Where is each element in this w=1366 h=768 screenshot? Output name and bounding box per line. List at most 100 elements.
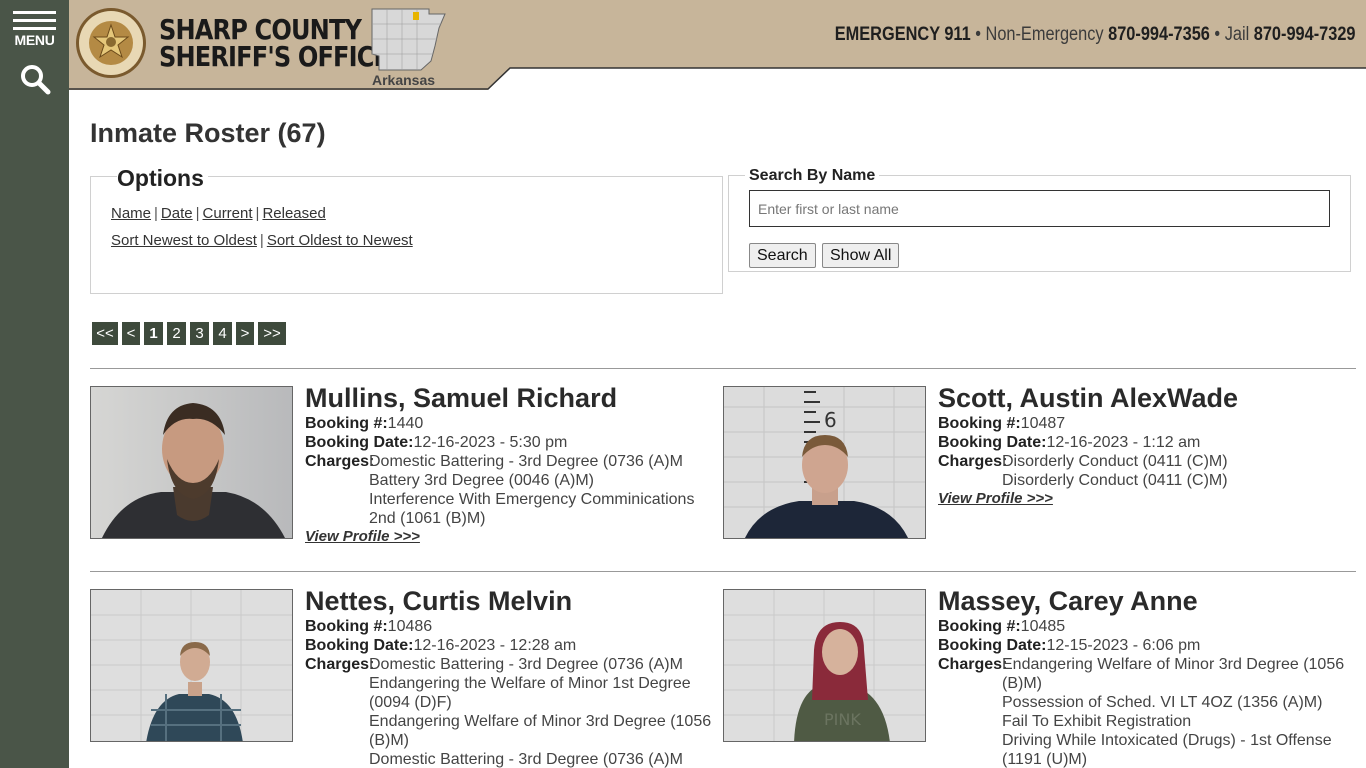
mugshot-photo[interactable]: PINK bbox=[723, 589, 926, 742]
charges-list: Domestic Battering - 3rd Degree (0736 (A… bbox=[369, 655, 714, 768]
separator: | bbox=[154, 205, 158, 222]
charge-item: Fail To Exhibit Registration bbox=[1002, 713, 1192, 730]
inmate-card: PINK Massey, Carey Anne Booking #:10485 … bbox=[723, 586, 1353, 768]
separator: | bbox=[259, 232, 264, 249]
filter-name-link[interactable]: Name bbox=[111, 205, 151, 222]
charges-label: Charges: bbox=[305, 453, 375, 470]
jail-number[interactable]: 870-994-7329 bbox=[1254, 24, 1356, 45]
view-profile-link[interactable]: View Profile >>> bbox=[938, 490, 1053, 507]
options-legend: Options bbox=[117, 165, 208, 192]
nonemergency-number[interactable]: 870-994-7356 bbox=[1109, 24, 1211, 45]
booking-number-label: Booking #: bbox=[305, 618, 388, 635]
options-filter-links: Name | Date | Current | Released bbox=[111, 205, 326, 222]
charge-item: Possession of Sched. VI LT 4OZ (1356 (A)… bbox=[1002, 694, 1323, 711]
hamburger-icon bbox=[13, 19, 56, 22]
site-header: SHARP COUNTY SHERIFF'S OFFICE Arkansas E… bbox=[69, 0, 1366, 90]
mugshot-photo[interactable] bbox=[90, 386, 293, 539]
charge-item: Endangering Welfare of Minor 3rd Degree … bbox=[1002, 656, 1345, 692]
booking-date-value: 12-16-2023 - 5:30 pm bbox=[413, 434, 568, 451]
charge-item: Endangering the Welfare of Minor 1st Deg… bbox=[369, 675, 691, 711]
filter-released-link[interactable]: Released bbox=[262, 205, 325, 222]
search-button[interactable]: Search bbox=[749, 243, 816, 268]
menu-label: MENU bbox=[14, 32, 55, 48]
state-label: Arkansas bbox=[372, 72, 436, 88]
booking-number: Booking #:10487 bbox=[938, 414, 1065, 433]
booking-number-label: Booking #: bbox=[938, 618, 1021, 635]
booking-number-value: 1440 bbox=[387, 415, 424, 432]
menu-button[interactable]: MENU bbox=[0, 0, 69, 56]
inmate-card: 6 5 Scott, Austin AlexWade Booking #:104… bbox=[723, 383, 1353, 576]
charge-item: Driving While Intoxicated (Drugs) - 1st … bbox=[1002, 732, 1332, 768]
booking-number-label: Booking #: bbox=[938, 415, 1021, 432]
booking-date-value: 12-15-2023 - 6:06 pm bbox=[1046, 637, 1201, 654]
jail-label: Jail bbox=[1225, 24, 1250, 45]
booking-date: Booking Date:12-15-2023 - 6:06 pm bbox=[938, 636, 1200, 655]
inmate-card: Mullins, Samuel Richard Booking #:1440 B… bbox=[90, 383, 720, 576]
side-rail: MENU bbox=[0, 0, 69, 768]
view-profile-link[interactable]: View Profile >>> bbox=[305, 528, 420, 545]
booking-number: Booking #:10485 bbox=[938, 617, 1065, 636]
booking-date-value: 12-16-2023 - 12:28 am bbox=[413, 637, 577, 654]
sheriff-badge-logo bbox=[76, 8, 146, 78]
booking-date: Booking Date:12-16-2023 - 12:28 am bbox=[305, 636, 576, 655]
page-first-button[interactable]: << bbox=[92, 322, 118, 345]
booking-date-label: Booking Date: bbox=[305, 434, 414, 451]
mugshot-photo[interactable] bbox=[90, 589, 293, 742]
inmate-name[interactable]: Mullins, Samuel Richard bbox=[305, 383, 617, 414]
booking-date-value: 12-16-2023 - 1:12 am bbox=[1046, 434, 1201, 451]
booking-date-label: Booking Date: bbox=[938, 637, 1047, 654]
search-icon[interactable] bbox=[18, 62, 52, 96]
inmate-card: Nettes, Curtis Melvin Booking #:10486 Bo… bbox=[90, 586, 720, 768]
emergency-label: EMERGENCY 911 bbox=[835, 24, 972, 45]
inmate-name[interactable]: Massey, Carey Anne bbox=[938, 586, 1198, 617]
inmate-name[interactable]: Nettes, Curtis Melvin bbox=[305, 586, 572, 617]
charge-item: Disorderly Conduct (0411 (C)M) bbox=[1002, 453, 1228, 470]
nonemergency-label: Non-Emergency bbox=[985, 24, 1105, 45]
sort-oldest-link[interactable]: Sort Oldest to Newest bbox=[267, 232, 413, 249]
booking-number-value: 10485 bbox=[1020, 618, 1066, 635]
page-3-button[interactable]: 3 bbox=[190, 322, 209, 345]
charges-list: Domestic Battering - 3rd Degree (0736 (A… bbox=[369, 452, 714, 528]
sort-newest-link[interactable]: Sort Newest to Oldest bbox=[111, 232, 257, 249]
svg-text:PINK: PINK bbox=[824, 710, 861, 729]
search-legend: Search By Name bbox=[745, 167, 880, 185]
charge-item: Domestic Battering - 3rd Degree (0736 (A… bbox=[369, 751, 683, 768]
name-search-input[interactable] bbox=[749, 190, 1330, 227]
booking-date-label: Booking Date: bbox=[305, 637, 414, 654]
charges-label: Charges: bbox=[305, 656, 375, 673]
charge-item: Endangering Welfare of Minor 3rd Degree … bbox=[369, 713, 712, 749]
booking-date-label: Booking Date: bbox=[938, 434, 1047, 451]
page-2-button[interactable]: 2 bbox=[167, 322, 186, 345]
page-prev-button[interactable]: < bbox=[122, 322, 140, 345]
filter-current-link[interactable]: Current bbox=[203, 205, 253, 222]
booking-number-value: 10486 bbox=[387, 618, 433, 635]
charge-item: Battery 3rd Degree (0046 (A)M) bbox=[369, 472, 594, 489]
booking-number-value: 10487 bbox=[1020, 415, 1066, 432]
booking-number: Booking #:10486 bbox=[305, 617, 432, 636]
page-4-button[interactable]: 4 bbox=[213, 322, 232, 345]
charges-list: Disorderly Conduct (0411 (C)M) Disorderl… bbox=[1002, 452, 1347, 490]
inmate-name[interactable]: Scott, Austin AlexWade bbox=[938, 383, 1238, 414]
site-title-line2: SHERIFF'S OFFICE bbox=[159, 40, 390, 73]
charge-item: Domestic Battering - 3rd Degree (0736 (A… bbox=[369, 656, 683, 673]
show-all-button[interactable]: Show All bbox=[822, 243, 900, 268]
booking-date: Booking Date:12-16-2023 - 1:12 am bbox=[938, 433, 1200, 452]
hamburger-icon bbox=[13, 11, 56, 14]
mugshot-photo[interactable]: 6 5 bbox=[723, 386, 926, 539]
charges-label: Charges: bbox=[938, 453, 1008, 470]
charge-item: Domestic Battering - 3rd Degree (0736 (A… bbox=[369, 453, 683, 470]
separator: | bbox=[255, 205, 260, 222]
filter-date-link[interactable]: Date bbox=[161, 205, 193, 222]
page-last-button[interactable]: >> bbox=[258, 322, 286, 345]
booking-date: Booking Date:12-16-2023 - 5:30 pm bbox=[305, 433, 567, 452]
hamburger-icon bbox=[13, 27, 56, 30]
contact-numbers: EMERGENCY 911 • Non-Emergency 870-994-73… bbox=[835, 24, 1356, 46]
charges-label: Charges: bbox=[938, 656, 1008, 673]
page-1-button[interactable]: 1 bbox=[144, 322, 163, 345]
svg-text:6: 6 bbox=[824, 408, 837, 432]
page-next-button[interactable]: > bbox=[236, 322, 254, 345]
charges-list: Endangering Welfare of Minor 3rd Degree … bbox=[1002, 655, 1347, 768]
arkansas-map-icon bbox=[371, 8, 446, 71]
charge-item: Interference With Emergency Comminicatio… bbox=[369, 491, 695, 527]
separator: | bbox=[195, 205, 200, 222]
